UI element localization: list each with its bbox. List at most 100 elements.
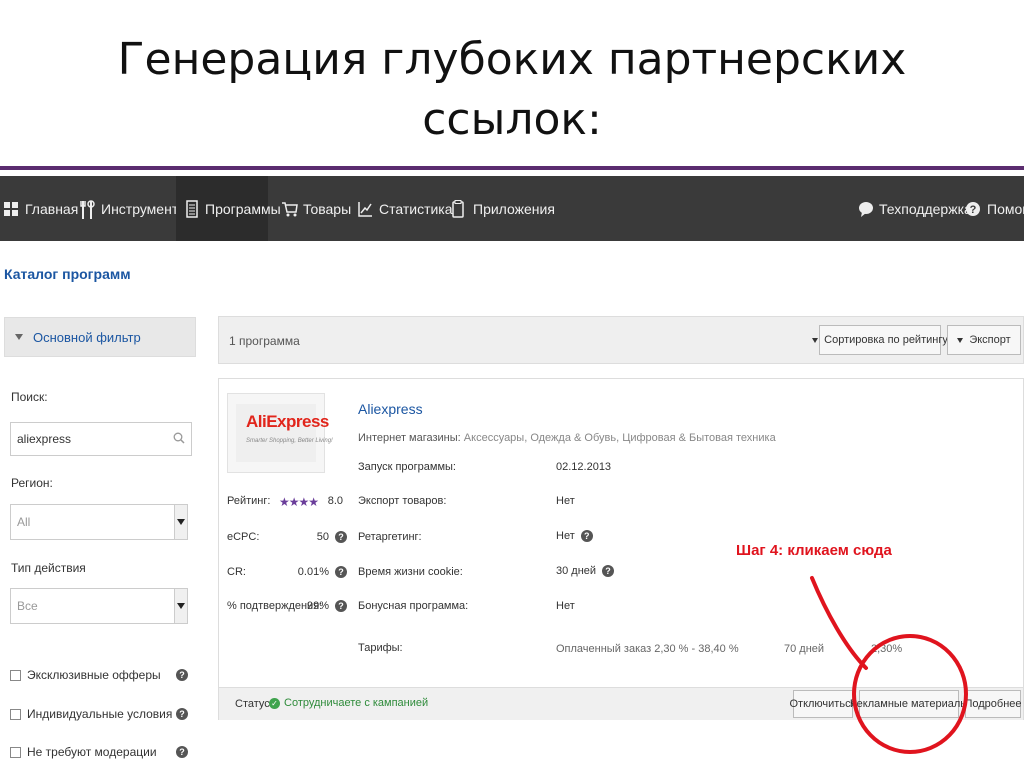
cr-label: CR:: [227, 566, 246, 578]
rating-stars: ★★★★: [279, 495, 319, 509]
detail-value-text: Нет: [556, 600, 575, 612]
tools-icon: [80, 199, 95, 219]
chevron-down-icon: [174, 505, 187, 539]
sort-dropdown[interactable]: Сортировка по рейтингу: [812, 325, 948, 355]
help-icon[interactable]: ?: [335, 531, 347, 543]
nav-item-programs[interactable]: Программы: [176, 176, 281, 241]
chat-bubble-icon: [858, 200, 873, 218]
ecpc-label: eCPC:: [227, 531, 260, 543]
help-icon[interactable]: ?: [335, 566, 347, 578]
region-select-value: All: [17, 515, 31, 529]
step-annotation: Шаг 4: кликаем сюда: [736, 542, 892, 559]
nav-item-apps[interactable]: Приложения: [452, 176, 555, 241]
nav-item-label: Программы: [205, 200, 281, 217]
title-divider: [0, 166, 1024, 170]
question-icon: ?: [966, 200, 980, 218]
program-name-link[interactable]: Aliexpress: [358, 401, 423, 417]
grid-icon: [4, 200, 18, 218]
slide-title-line1: Генерация глубоких партнерских: [117, 34, 907, 85]
nav-item-label: Статистика: [379, 200, 453, 217]
tariff-percent: 2,30%: [871, 643, 903, 655]
sort-label: Сортировка по рейтингу: [824, 334, 948, 346]
search-input-value: aliexpress: [17, 432, 72, 446]
help-icon[interactable]: ?: [602, 565, 615, 577]
chevron-down-icon: [174, 589, 187, 623]
checkbox-exclusive-offers[interactable]: Эксклюзивные офферы ?: [10, 668, 190, 682]
nav-item-label: Техподдержка: [879, 200, 972, 217]
action-type-select[interactable]: Все: [10, 588, 188, 624]
logo-tagline: Smarter Shopping, Better Living!: [246, 438, 333, 444]
tariff-days: 70 дней: [784, 643, 825, 655]
program-status-bar: Статус: ✓ Сотрудничаете с кампанией Откл…: [219, 687, 1023, 720]
program-card: AliExpress Smarter Shopping, Better Livi…: [218, 378, 1024, 720]
slide-title: Генерация глубоких партнерских ссылок:: [0, 30, 1024, 150]
status-value: ✓ Сотрудничаете с кампанией: [269, 697, 428, 709]
nav-item-home[interactable]: Главная: [4, 176, 78, 241]
chart-icon: [358, 200, 372, 218]
detail-value-text: Нет: [556, 530, 575, 542]
apps-icon: [452, 199, 466, 218]
nav-item-products[interactable]: Товары: [282, 176, 351, 241]
checkbox-no-moderation[interactable]: Не требуют модерации ?: [10, 745, 190, 759]
checkbox-individual-terms[interactable]: Индивидуальные условия ?: [10, 707, 190, 721]
category-list: Аксессуары, Одежда & Обувь, Цифровая & Б…: [463, 432, 776, 444]
checkbox-box[interactable]: [10, 708, 21, 720]
detail-value: Нет: [556, 600, 575, 612]
collapse-triangle-icon: [15, 334, 23, 340]
checkbox-label: Эксклюзивные офферы: [27, 668, 161, 682]
nav-item-label: Товары: [303, 200, 352, 217]
slide-title-line2: ссылок:: [422, 94, 602, 145]
nav-item-label: Приложения: [473, 200, 555, 217]
detail-label: Бонусная программа:: [358, 600, 469, 612]
rating-value: 8.0: [327, 495, 343, 507]
help-icon[interactable]: ?: [176, 746, 188, 758]
details-button[interactable]: Подробнее: [964, 690, 1022, 718]
program-logo[interactable]: AliExpress Smarter Shopping, Better Livi…: [227, 393, 333, 473]
detail-value-text: 30 дней: [556, 565, 597, 577]
detail-value: 30 дней?: [556, 565, 615, 577]
check-icon: ✓: [269, 697, 280, 709]
filter-title: Основной фильтр: [33, 329, 141, 345]
cr-metric: CR: 0.01% ?: [227, 566, 347, 578]
cr-value: 0.01%: [297, 566, 329, 578]
disconnect-button[interactable]: Отключиться: [789, 690, 857, 718]
help-icon[interactable]: ?: [580, 530, 593, 542]
ad-materials-button[interactable]: Рекламные материалы: [850, 690, 968, 718]
nav-item-support[interactable]: Техподдержка: [858, 176, 972, 241]
detail-value-text: Оплаченный заказ 2,30 % - 38,40 %: [556, 643, 739, 655]
detail-value-text: Нет: [556, 495, 575, 507]
filter-panel-header[interactable]: Основной фильтр: [4, 317, 196, 357]
detail-value: Нет?: [556, 530, 593, 542]
ecpc-metric: eCPC: 50 ?: [227, 531, 347, 543]
nav-item-statistics[interactable]: Статистика: [358, 176, 453, 241]
detail-label: Время жизни cookie:: [358, 566, 463, 578]
checkbox-box[interactable]: [10, 746, 21, 758]
ecpc-value: 50: [316, 531, 329, 543]
program-categories: Интернет магазины: Аксессуары, Одежда & …: [358, 432, 776, 444]
region-label: Регион:: [11, 476, 53, 490]
checkbox-label: Не требуют модерации: [27, 745, 157, 759]
checkbox-label: Индивидуальные условия: [27, 707, 173, 721]
action-type-label: Тип действия: [11, 561, 86, 575]
search-input[interactable]: aliexpress: [10, 422, 192, 456]
help-icon[interactable]: ?: [176, 669, 188, 681]
region-select[interactable]: All: [10, 504, 188, 540]
status-text: Сотрудничаете с кампанией: [284, 697, 429, 709]
cart-icon: [282, 200, 298, 218]
category-label: Интернет магазины:: [358, 432, 461, 444]
checkbox-box[interactable]: [10, 669, 21, 681]
nav-item-tools[interactable]: Инструменты: [80, 176, 188, 241]
export-dropdown[interactable]: Экспорт: [947, 325, 1021, 355]
detail-value: Нет: [556, 495, 575, 507]
help-icon[interactable]: ?: [176, 708, 188, 720]
results-toolbar: 1 программа Сортировка по рейтингу Экспо…: [218, 316, 1024, 364]
rating-metric: Рейтинг: ★★★★ 8.0: [227, 495, 343, 509]
svg-text:?: ?: [970, 204, 977, 216]
nav-item-label: Помощь: [987, 200, 1024, 217]
detail-label: Ретаргетинг:: [358, 531, 422, 543]
help-icon[interactable]: ?: [335, 600, 347, 612]
nav-item-help[interactable]: ? Помощь: [966, 176, 1024, 241]
detail-label: Экспорт товаров:: [358, 495, 447, 507]
detail-label: Запуск программы:: [358, 461, 456, 473]
status-label: Статус:: [235, 698, 273, 710]
